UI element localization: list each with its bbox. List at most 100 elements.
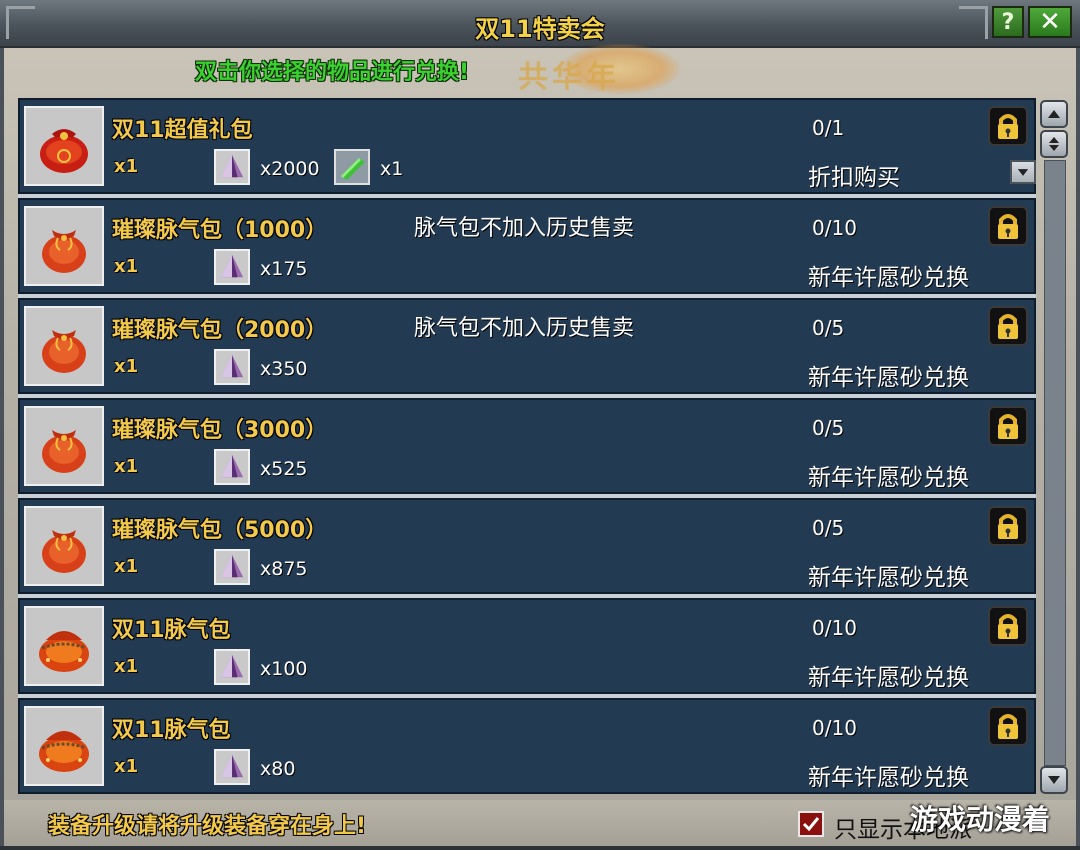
item-name: 璀璨脉气包（1000） <box>112 218 328 243</box>
exchange-method: 新年许愿砂兑换 <box>808 365 969 391</box>
item-row[interactable]: 双11脉气包 x1 x80 0/10 新年许愿砂兑换 <box>18 698 1036 794</box>
scrollbar-track[interactable] <box>1044 160 1066 766</box>
item-icon-slot[interactable] <box>24 306 104 386</box>
lock-button[interactable] <box>988 606 1028 646</box>
cost-icon-slot[interactable] <box>214 149 250 185</box>
crystal-icon <box>220 654 244 678</box>
cost-icon-slot[interactable] <box>214 449 250 485</box>
item-list: 双11超值礼包 x1 x2000 x1 0/1 折扣购买 璀璨脉气包（1000） x1 x175… <box>18 98 1038 798</box>
purchase-limit: 0/1 <box>812 116 845 140</box>
item-icon-slot[interactable] <box>24 206 104 286</box>
item-row[interactable]: 璀璨脉气包（2000） x1 x350 脉气包不加入历史售卖 0/5 新年许愿砂兑换 <box>18 298 1036 394</box>
cost-icon-slot[interactable] <box>214 549 250 585</box>
local-faction-checkbox[interactable] <box>798 811 824 837</box>
arrow-down-icon <box>1048 776 1060 784</box>
item-row[interactable]: 璀璨脉气包（3000） x1 x525 0/5 新年许愿砂兑换 <box>18 398 1036 494</box>
beaded-pouch-icon <box>39 631 89 672</box>
item-name: 双11脉气包 <box>112 618 231 643</box>
cost-icon-slot[interactable] <box>214 349 250 385</box>
pouch-icon <box>42 430 86 473</box>
cost-amount: x875 <box>260 558 308 580</box>
lock-icon <box>998 214 1018 239</box>
cost-icon-slot-2[interactable] <box>334 149 370 185</box>
title-bar: 双11特卖会 ? ✕ <box>0 0 1080 48</box>
item-row[interactable]: 璀璨脉气包（1000） x1 x175 脉气包不加入历史售卖 0/10 新年许愿砂兑换 <box>18 198 1036 294</box>
cost-amount: x100 <box>260 658 308 680</box>
cost-icon-slot[interactable] <box>214 649 250 685</box>
arrow-up-down-icon <box>1049 137 1059 151</box>
cost-amount-2: x1 <box>380 158 404 180</box>
lock-button[interactable] <box>988 206 1028 246</box>
crystal-icon <box>220 354 244 378</box>
item-icon-slot[interactable] <box>24 406 104 486</box>
cost-amount: x350 <box>260 358 308 380</box>
lock-icon <box>998 114 1018 139</box>
lock-icon <box>998 714 1018 739</box>
lock-icon <box>998 614 1018 639</box>
lock-icon <box>998 514 1018 539</box>
jade-token-icon <box>341 158 365 180</box>
item-quantity: x1 <box>114 756 139 777</box>
footer-note: 装备升级请将升级装备穿在身上! <box>48 814 367 839</box>
item-row[interactable]: 双11超值礼包 x1 x2000 x1 0/1 折扣购买 <box>18 98 1036 194</box>
exchange-method: 新年许愿砂兑换 <box>808 465 969 491</box>
scroll-down-button[interactable] <box>1040 766 1068 794</box>
exchange-method: 新年许愿砂兑换 <box>808 665 969 691</box>
item-quantity: x1 <box>114 656 139 677</box>
lock-button[interactable] <box>988 506 1028 546</box>
beaded-pouch-icon <box>39 731 89 772</box>
exchange-method: 新年许愿砂兑换 <box>808 265 969 291</box>
item-name: 璀璨脉气包（5000） <box>112 518 328 543</box>
scroll-up-button[interactable] <box>1040 100 1068 128</box>
gift-bag-icon <box>40 129 88 173</box>
pouch-icon <box>42 330 86 373</box>
close-button[interactable]: ✕ <box>1028 6 1072 38</box>
decorative-banner-text: 共华年 <box>518 60 620 95</box>
cost-icon-slot[interactable] <box>214 749 250 785</box>
lock-icon <box>998 314 1018 339</box>
arrow-up-icon <box>1048 110 1060 118</box>
item-quantity: x1 <box>114 356 139 377</box>
scroll-up-fast-button[interactable] <box>1040 130 1068 158</box>
lock-button[interactable] <box>988 106 1028 146</box>
help-button[interactable]: ? <box>992 6 1024 38</box>
crystal-icon <box>220 254 244 278</box>
item-quantity: x1 <box>114 256 139 277</box>
purchase-limit: 0/10 <box>812 716 857 740</box>
item-quantity: x1 <box>114 156 139 177</box>
crystal-icon <box>220 554 244 578</box>
item-note: 脉气包不加入历史售卖 <box>414 316 635 341</box>
cost-amount: x525 <box>260 458 308 480</box>
purchase-limit: 0/5 <box>812 516 845 540</box>
lock-button[interactable] <box>988 706 1028 746</box>
exchange-method: 新年许愿砂兑换 <box>808 765 969 791</box>
lock-button[interactable] <box>988 306 1028 346</box>
item-row[interactable]: 璀璨脉气包（5000） x1 x875 0/5 新年许愿砂兑换 <box>18 498 1036 594</box>
item-icon-slot[interactable] <box>24 506 104 586</box>
cost-amount: x175 <box>260 258 308 280</box>
checkmark-icon <box>802 817 820 832</box>
item-name: 双11脉气包 <box>112 718 231 743</box>
watermark-text: 游戏动漫着 <box>910 803 1051 836</box>
exchange-method: 新年许愿砂兑换 <box>808 565 969 591</box>
lock-button[interactable] <box>988 406 1028 446</box>
crystal-icon <box>220 154 244 178</box>
purchase-limit: 0/10 <box>812 216 857 240</box>
purchase-limit: 0/5 <box>812 316 845 340</box>
item-icon-slot[interactable] <box>24 106 104 186</box>
cost-amount: x80 <box>260 758 296 780</box>
purchase-limit: 0/10 <box>812 616 857 640</box>
item-icon-slot[interactable] <box>24 606 104 686</box>
purchase-limit: 0/5 <box>812 416 845 440</box>
lock-icon <box>998 414 1018 439</box>
chevron-down-icon <box>1017 168 1029 176</box>
item-quantity: x1 <box>114 456 139 477</box>
cost-icon-slot[interactable] <box>214 249 250 285</box>
item-quantity: x1 <box>114 556 139 577</box>
item-icon-slot[interactable] <box>24 706 104 786</box>
bottom-border <box>0 846 1080 850</box>
dropdown-button[interactable] <box>1010 160 1036 184</box>
pouch-icon <box>42 230 86 273</box>
hint-text: 双击你选择的物品进行兑换! <box>195 60 470 85</box>
item-row[interactable]: 双11脉气包 x1 x100 0/10 新年许愿砂兑换 <box>18 598 1036 694</box>
